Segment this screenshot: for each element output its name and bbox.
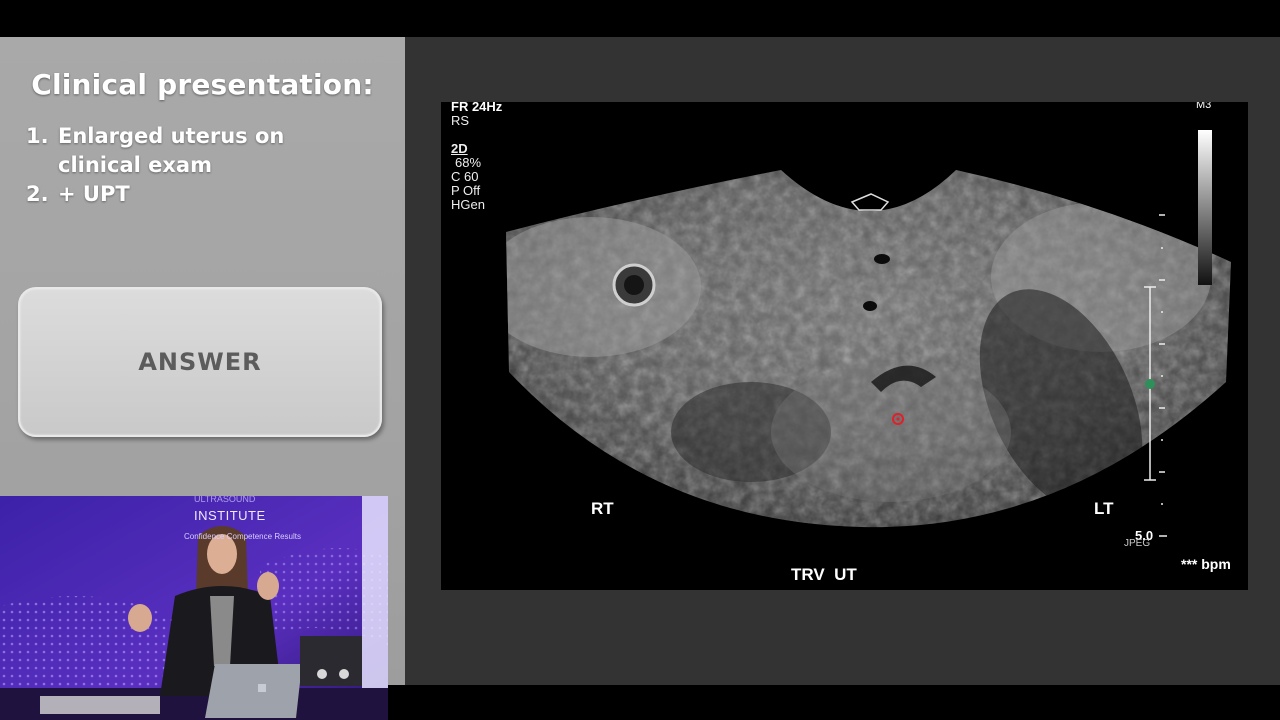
brand-line-2: INSTITUTE bbox=[194, 508, 266, 523]
left-side-marker: LT bbox=[1094, 499, 1114, 518]
focal-zone-icon bbox=[1145, 379, 1155, 389]
grayscale-bar bbox=[1198, 130, 1212, 285]
webcam-scene bbox=[0, 496, 388, 720]
laptop-logo-icon bbox=[258, 684, 266, 692]
list-item: 1. Enlarged uterus on clinical exam bbox=[26, 122, 386, 180]
preset: RS bbox=[451, 113, 470, 128]
list-text-line: clinical exam bbox=[58, 153, 212, 177]
probe-orientation-icon bbox=[850, 193, 890, 211]
list-item: 2. + UPT bbox=[26, 180, 386, 209]
clinical-points-list: 1. Enlarged uterus on clinical exam 2. +… bbox=[26, 122, 386, 209]
tagline-word: Confidence bbox=[184, 532, 225, 541]
list-text-line: Enlarged uterus on bbox=[58, 124, 285, 148]
map-label: M3 bbox=[1196, 102, 1212, 111]
list-text: Enlarged uterus on clinical exam bbox=[58, 122, 284, 180]
answer-button[interactable]: ANSWER bbox=[18, 287, 382, 437]
mode-label: 2D bbox=[451, 141, 468, 156]
power-value: P Off bbox=[451, 183, 481, 198]
gain-value: 68% bbox=[455, 155, 482, 170]
list-text: + UPT bbox=[58, 182, 130, 206]
tagline-word: Results bbox=[274, 532, 301, 541]
list-number: 1. bbox=[26, 124, 49, 148]
frequency-value: HGen bbox=[451, 197, 485, 212]
list-number: 2. bbox=[26, 182, 49, 206]
ultrasound-scan-graphic bbox=[506, 130, 1231, 537]
ultrasound-image: FR 24Hz RS 2D 68% C 60 P Off HGen M3 RT … bbox=[441, 102, 1248, 590]
slide-title: Clinical presentation: bbox=[31, 68, 374, 101]
image-format: JPEG bbox=[1124, 538, 1151, 549]
compound-value: C 60 bbox=[451, 169, 479, 184]
tagline-word: Competence bbox=[226, 532, 273, 541]
scan-caption: TRV UT bbox=[791, 565, 857, 584]
tagline: Confidence Competence Results bbox=[184, 532, 301, 541]
presenter-webcam: ULTRASOUND INSTITUTE Confidence Competen… bbox=[0, 496, 388, 720]
brand-line-1: ULTRASOUND bbox=[194, 496, 256, 504]
heart-rate: *** bpm bbox=[1181, 556, 1231, 572]
bottom-bar bbox=[388, 685, 1280, 720]
right-side-marker: RT bbox=[591, 499, 614, 518]
